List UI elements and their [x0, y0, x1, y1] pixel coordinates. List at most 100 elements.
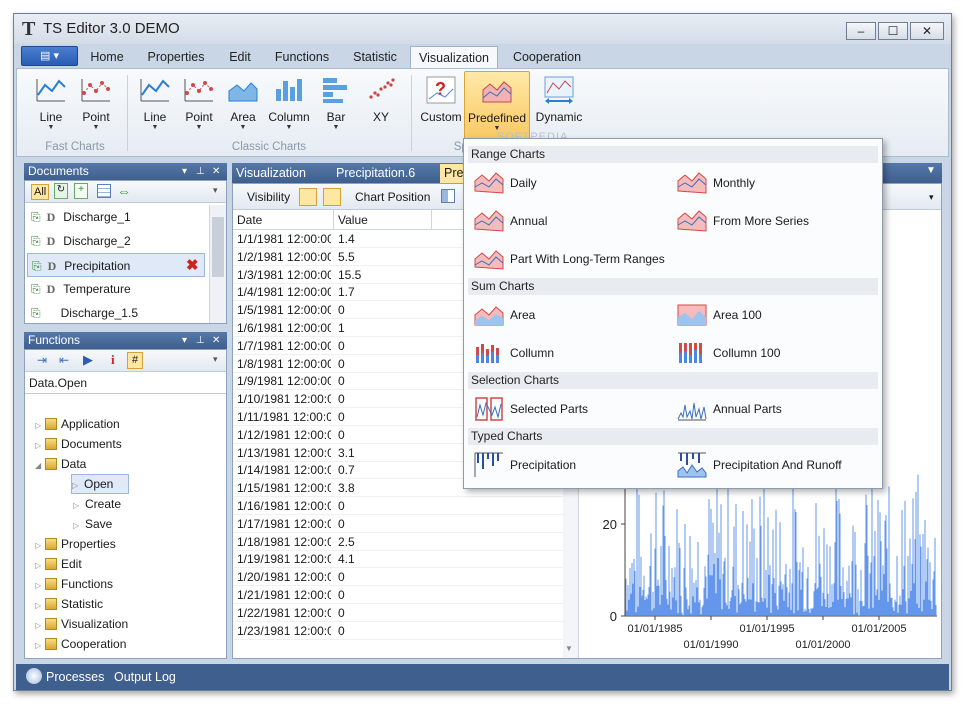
pin-icon[interactable]: ⊥	[196, 163, 205, 180]
tab-cooperation[interactable]: Cooperation	[504, 46, 590, 68]
doc-tab-visualization[interactable]: Visualization	[236, 163, 306, 183]
documents-scrollbar[interactable]	[209, 205, 226, 323]
table-row[interactable]: 1/20/1981 12:00:00 0	[233, 568, 563, 587]
tree-node-documents[interactable]: ▷ Documents	[35, 434, 122, 454]
bar-chart-icon	[323, 78, 347, 103]
app-menu-button[interactable]: ▤ ▾	[21, 46, 78, 66]
classic-xy-chart-button[interactable]: XY	[359, 75, 403, 124]
tree-node-edit[interactable]: ▷ Edit	[35, 554, 82, 574]
panel-menu-icon[interactable]: ▾	[182, 332, 187, 349]
tab-edit[interactable]: Edit	[222, 46, 258, 68]
document-item[interactable]: ⎘ D Discharge_1	[25, 205, 205, 229]
classic-column-chart-button[interactable]: Column ▼	[267, 75, 311, 132]
remove-function-icon[interactable]: ⇤	[59, 353, 69, 367]
menu-item-label: From More Series	[713, 214, 810, 228]
table-row[interactable]: 1/21/1981 12:00:00 0	[233, 586, 563, 604]
dynamic-chart-icon	[544, 76, 574, 104]
dropdown-arrow-icon: ▼	[92, 124, 100, 131]
fast-point-chart-button[interactable]: Point ▼	[74, 75, 118, 132]
dropdown-arrow-icon: ▼	[285, 124, 293, 131]
button-label: XY	[372, 110, 389, 124]
table-row[interactable]: 1/23/1981 12:00:00 0	[233, 622, 563, 640]
info-icon[interactable]: i	[111, 352, 115, 368]
menu-item-label: Monthly	[713, 176, 756, 190]
cell-date: 1/18/1981 12:00:00	[237, 534, 331, 549]
table-row[interactable]: 1/22/1981 12:00:00 0	[233, 604, 563, 622]
chart-position-icon[interactable]	[441, 189, 455, 203]
tree-node-statistic[interactable]: ▷ Statistic	[35, 594, 103, 614]
fast-line-chart-button[interactable]: Line ▼	[29, 75, 73, 132]
tab-visualization[interactable]: Visualization	[410, 46, 498, 68]
cell-date: 1/5/1981 12:00:00	[237, 303, 331, 318]
maximize-button[interactable]: ☐	[878, 22, 908, 40]
script-icon[interactable]: #	[127, 352, 143, 369]
tree-node-open[interactable]: ▷ Open	[71, 474, 129, 494]
column-header-date[interactable]: Date	[237, 213, 262, 227]
doc-tab-precipitation-6[interactable]: Precipitation.6	[336, 163, 415, 183]
toolbar-overflow-icon[interactable]: ▾	[213, 185, 218, 196]
tree-node-data[interactable]: ◢ Data	[35, 454, 86, 474]
cell-date: 1/3/1981 12:00:00	[237, 267, 331, 282]
classic-point-chart-button[interactable]: Point ▼	[177, 75, 221, 132]
new-document-icon[interactable]: +	[74, 183, 88, 199]
tab-statistic[interactable]: Statistic	[344, 46, 406, 68]
swap-arrows-icon[interactable]: ⇔	[117, 183, 131, 199]
table-row[interactable]: 1/19/1981 12:00:00 4.1	[233, 550, 563, 569]
open-document-icon[interactable]: ↻	[54, 183, 68, 199]
cell-value: 5.5	[338, 249, 355, 264]
table-row[interactable]: 1/18/1981 12:00:00 2.5	[233, 533, 563, 551]
tab-home[interactable]: Home	[84, 46, 130, 68]
column-header-value[interactable]: Value	[338, 213, 368, 227]
panel-close-icon[interactable]: ✕	[212, 163, 220, 180]
classic-bar-chart-button[interactable]: Bar ▼	[314, 75, 358, 132]
document-item[interactable]: ⎘ Discharge_1.5	[25, 301, 205, 325]
cell-value: 0	[338, 623, 345, 638]
tree-node-application[interactable]: ▷ Application	[35, 414, 120, 434]
cell-value: 0	[338, 410, 345, 424]
classic-line-chart-button[interactable]: Line ▼	[133, 75, 177, 132]
custom-chart-button[interactable]: ? Custom	[418, 75, 464, 124]
toolbar-overflow-icon[interactable]: ▾	[929, 192, 934, 203]
delete-icon[interactable]: ✖	[186, 254, 199, 278]
button-label: Line	[143, 110, 167, 124]
add-function-icon[interactable]: ⇥	[37, 353, 47, 367]
tree-node-save[interactable]: ▷ Save	[73, 514, 112, 534]
tab-functions[interactable]: Functions	[268, 46, 336, 68]
scrollbar-thumb[interactable]	[212, 217, 224, 277]
tab-list-icon[interactable]: ▼	[926, 165, 936, 176]
scroll-down-icon[interactable]: ▼	[565, 644, 573, 653]
toolbar-overflow-icon[interactable]: ▾	[213, 354, 218, 365]
table-view-icon[interactable]	[299, 188, 317, 206]
tab-output-log[interactable]: Output Log	[114, 667, 176, 687]
panel-menu-icon[interactable]: ▾	[182, 163, 187, 180]
panel-close-icon[interactable]: ✕	[212, 332, 220, 349]
cell-date: 1/16/1981 12:00:00	[237, 499, 331, 513]
area-chart-icon	[228, 82, 258, 102]
document-item[interactable]: ⎘ D Temperature	[25, 277, 205, 301]
document-item[interactable]: ⎘ D Discharge_2	[25, 229, 205, 253]
filter-all-button[interactable]: All	[31, 184, 50, 200]
document-item-selected[interactable]: ⎘ D Precipitation ✖	[27, 253, 205, 277]
tab-processes[interactable]: Processes	[46, 667, 104, 687]
table-row[interactable]: 1/16/1981 12:00:00 0	[233, 497, 563, 515]
tree-node-functions[interactable]: ▷ Functions	[35, 574, 113, 594]
tree-node-visualization[interactable]: ▷ Visualization	[35, 614, 128, 634]
chart-view-icon[interactable]	[323, 188, 341, 206]
tree-node-properties[interactable]: ▷ Properties	[35, 534, 116, 554]
button-label: Bar	[326, 110, 346, 124]
tree-node-cooperation[interactable]: ▷ Cooperation	[35, 634, 126, 654]
tab-properties[interactable]: Properties	[140, 46, 212, 68]
document-type-icon: D	[46, 234, 56, 248]
pin-icon[interactable]: ⊥	[196, 332, 205, 349]
app-logo: T	[22, 18, 36, 40]
close-button[interactable]: ✕	[910, 22, 944, 40]
run-icon[interactable]: ▶	[83, 352, 93, 368]
table-row[interactable]: 1/17/1981 12:00:00 0	[233, 515, 563, 533]
list-view-icon[interactable]	[97, 184, 111, 198]
classic-area-chart-button[interactable]: Area ▼	[221, 75, 265, 132]
folder-icon	[45, 438, 57, 450]
menu-item-label: Selected Parts	[510, 402, 589, 416]
minimize-button[interactable]: –	[846, 22, 876, 40]
dynamic-chart-button[interactable]: Dynamic	[535, 75, 583, 124]
tree-node-create[interactable]: ▷ Create	[73, 494, 121, 514]
